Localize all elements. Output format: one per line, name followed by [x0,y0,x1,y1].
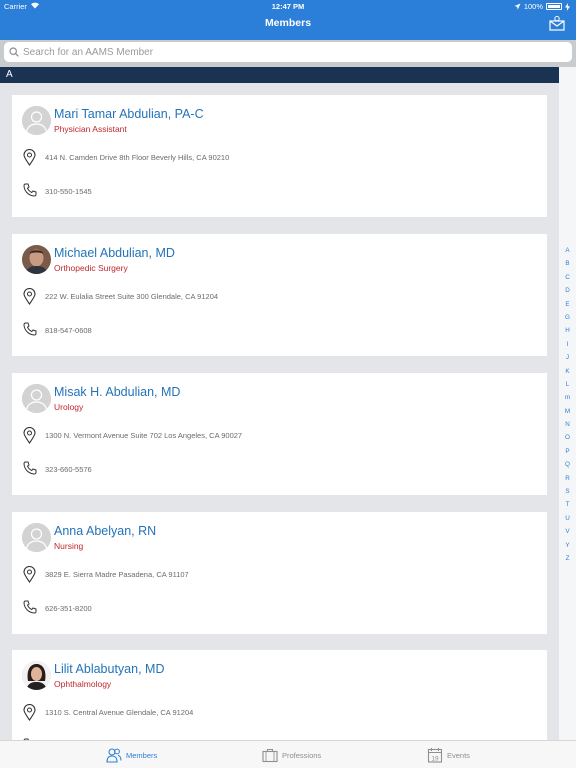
member-name[interactable]: Misak H. Abdulian, MD [54,385,180,399]
index-letter[interactable]: Y [559,539,576,552]
member-profession: Nursing [54,541,84,551]
index-letter[interactable]: Z [559,552,576,565]
section-header: A [0,67,559,83]
member-profession: Physician Assistant [54,124,127,134]
member-card[interactable]: Mari Tamar Abdulian, PA-C Physician Assi… [12,95,547,217]
index-letter[interactable]: M [559,405,576,418]
tab-professions[interactable]: Professions [262,747,321,763]
index-letter[interactable]: I [559,338,576,351]
member-phone[interactable]: 323-660-5576 [45,465,92,474]
page-title: Members [264,17,312,29]
avatar [22,523,51,552]
index-letter[interactable]: G [559,311,576,324]
mail-inbox-icon[interactable] [549,15,565,31]
tab-professions-label: Professions [282,750,322,760]
index-letter[interactable]: B [559,257,576,270]
location-arrow-icon [514,3,521,10]
index-letter[interactable]: T [559,498,576,511]
member-phone[interactable]: 626-351-8200 [45,604,92,613]
member-card[interactable]: Anna Abelyan, RN Nursing 3829 E. Sierra … [12,512,547,634]
location-pin-icon [23,288,36,305]
index-letter[interactable]: V [559,525,576,538]
index-letter[interactable]: H [559,324,576,337]
navigation-bar: Carrier 12:47 PM 100% Members [0,0,576,40]
index-letter[interactable]: U [559,512,576,525]
member-list[interactable]: Mari Tamar Abdulian, PA-C Physician Assi… [0,83,559,740]
battery-percent: 100% [523,2,543,11]
search-icon [9,47,19,57]
avatar [22,384,51,413]
member-address[interactable]: 222 W. Eulalia Street Suite 300 Glendale… [45,292,218,301]
calendar-icon: 19 [427,748,443,763]
default-avatar-icon [22,106,51,135]
avatar [22,245,51,274]
index-letter[interactable]: m [559,391,576,404]
tab-bar: Members Professions 19 Events [0,740,576,768]
avatar [22,661,51,690]
member-profession: Ophthalmology [54,679,112,689]
tab-events-label: Events [447,750,470,760]
index-letter[interactable]: D [559,284,576,297]
member-address[interactable]: 1300 N. Vermont Avenue Suite 702 Los Ang… [45,431,242,440]
index-letter[interactable]: C [559,271,576,284]
index-letter[interactable]: J [559,351,576,364]
member-phone[interactable]: 818-547-0608 [45,326,92,335]
phone-icon [23,600,37,614]
member-profession: Urology [54,402,84,412]
phone-icon [23,183,37,197]
location-pin-icon [23,427,36,444]
member-photo [22,661,51,690]
tab-events[interactable]: 19 Events [427,747,470,763]
default-avatar-icon [22,523,51,552]
member-address[interactable]: 414 N. Camden Drive 8th Floor Beverly Hi… [45,153,229,162]
search-bar [0,40,576,67]
member-name[interactable]: Mari Tamar Abdulian, PA-C [54,107,204,121]
location-pin-icon [23,149,36,166]
status-bar: Carrier 12:47 PM 100% [0,0,576,12]
member-phone[interactable]: 310-550-1545 [45,187,92,196]
alphabet-index[interactable]: ABCDEGHIJKLmMNOPQRSTUVYZ [559,244,576,565]
default-avatar-icon [22,384,51,413]
index-letter[interactable]: K [559,365,576,378]
search-field[interactable] [4,42,572,62]
member-photo [22,245,51,274]
member-card[interactable]: Michael Abdulian, MD Orthopedic Surgery … [12,234,547,356]
location-pin-icon [23,566,36,583]
phone-icon [23,322,37,336]
index-letter[interactable]: P [559,445,576,458]
avatar [22,106,51,135]
member-name[interactable]: Lilit Ablabutyan, MD [54,662,164,676]
members-icon [106,748,122,763]
member-card[interactable]: Lilit Ablabutyan, MD Ophthalmology 1310 … [12,650,547,740]
status-time: 12:47 PM [271,2,305,11]
member-card[interactable]: Misak H. Abdulian, MD Urology 1300 N. Ve… [12,373,547,495]
member-name[interactable]: Anna Abelyan, RN [54,524,156,538]
index-letter[interactable]: E [559,298,576,311]
tab-members[interactable]: Members [106,747,157,763]
member-name[interactable]: Michael Abdulian, MD [54,246,175,260]
calendar-day-number: 19 [431,756,439,763]
phone-icon [23,461,37,475]
member-profession: Orthopedic Surgery [54,263,128,273]
charging-icon [565,2,570,11]
index-letter[interactable]: A [559,244,576,257]
index-letter[interactable]: N [559,418,576,431]
index-letter[interactable]: Q [559,458,576,471]
battery-icon [546,3,562,10]
index-letter[interactable]: O [559,431,576,444]
location-pin-icon [23,704,36,721]
index-letter[interactable]: L [559,378,576,391]
member-address[interactable]: 1310 S. Central Avenue Glendale, CA 9120… [45,708,193,717]
index-letter[interactable]: R [559,472,576,485]
search-input[interactable] [23,46,543,58]
member-address[interactable]: 3829 E. Sierra Madre Pasadena, CA 91107 [45,570,189,579]
briefcase-icon [262,748,278,763]
index-letter[interactable]: S [559,485,576,498]
tab-members-label: Members [126,750,158,760]
